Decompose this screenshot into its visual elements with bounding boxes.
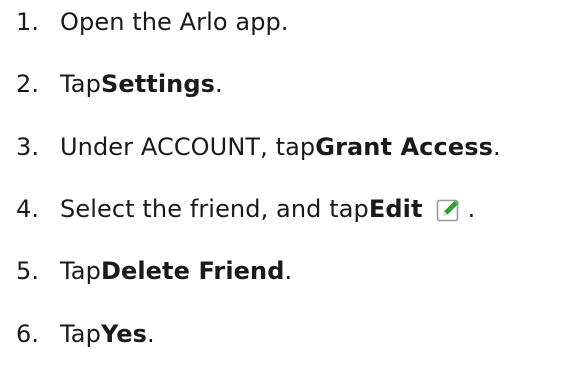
step-action-label: Delete Friend [100, 257, 285, 285]
step-action-label: Yes [100, 320, 147, 348]
step-5: 5. Tap Delete Friend . [16, 251, 292, 291]
step-text: Select the friend, and tap [60, 195, 369, 223]
step-text: Open the Arlo app. [60, 8, 289, 36]
step-punctuation: . [215, 70, 223, 98]
edit-pencil-icon [436, 197, 462, 223]
step-text: Tap [60, 70, 101, 98]
step-text: Under ACCOUNT, tap [60, 133, 316, 161]
step-4: 4. Select the friend, and tap Edit . [16, 189, 475, 229]
step-number: 1. [16, 8, 40, 36]
step-number: 3. [16, 133, 40, 161]
step-punctuation: . [467, 195, 476, 223]
step-text: Tap [60, 320, 101, 348]
step-2: 2. Tap Settings . [16, 64, 223, 104]
step-punctuation: . [146, 320, 155, 348]
step-action-label: Settings [100, 70, 216, 98]
step-action-label: Grant Access [315, 133, 493, 161]
step-text: Tap [60, 257, 101, 285]
step-action-label: Edit [368, 195, 423, 223]
step-number: 5. [16, 257, 40, 285]
step-number: 2. [16, 70, 40, 98]
step-punctuation: . [493, 133, 501, 161]
step-6: 6. Tap Yes . [16, 314, 155, 354]
step-punctuation: . [284, 257, 293, 285]
step-number: 6. [16, 320, 40, 348]
step-1: 1. Open the Arlo app. [16, 2, 289, 42]
step-3: 3. Under ACCOUNT, tap Grant Access . [16, 127, 501, 167]
step-number: 4. [16, 195, 40, 223]
